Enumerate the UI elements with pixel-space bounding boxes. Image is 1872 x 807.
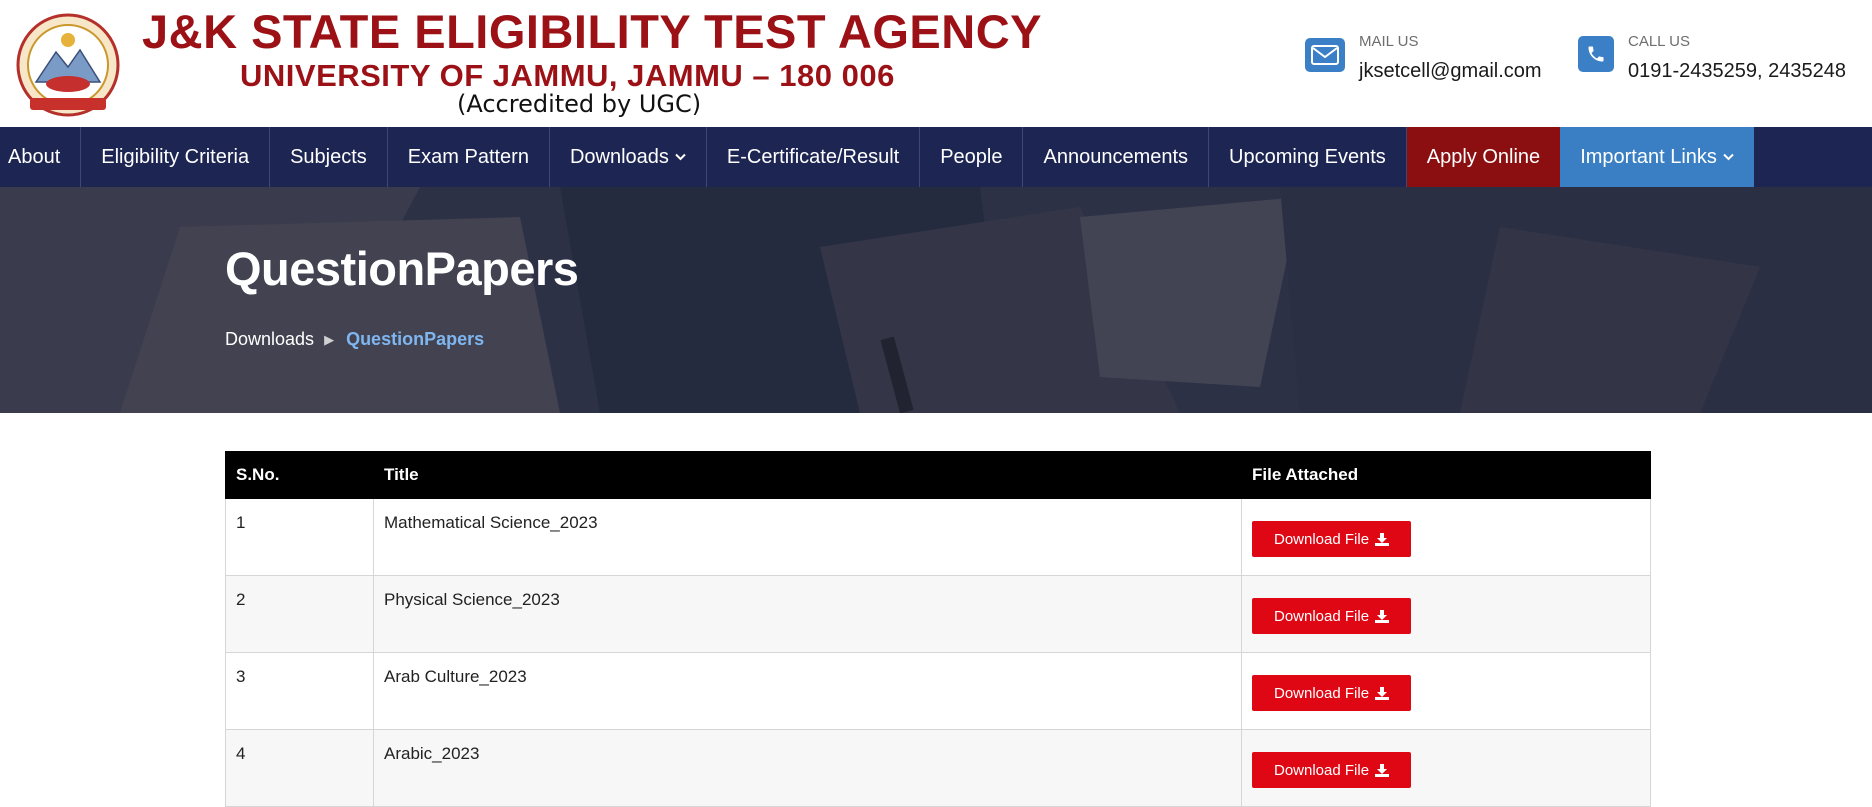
row-file: Download File <box>1241 652 1651 730</box>
breadcrumb-current: QuestionPapers <box>346 329 485 349</box>
download-button-label: Download File <box>1274 530 1370 548</box>
nav-item-upcoming-events[interactable]: Upcoming Events <box>1209 127 1407 187</box>
nav-item-exam-pattern[interactable]: Exam Pattern <box>388 127 550 187</box>
question-papers-table: S.No. Title File Attached 1 Mathematical… <box>225 451 1651 807</box>
column-header-sno: S.No. <box>225 451 374 499</box>
download-icon <box>1375 686 1390 700</box>
row-title: Mathematical Science_2023 <box>373 498 1242 576</box>
table-row: 1 Mathematical Science_2023 Download Fil… <box>225 498 1651 576</box>
download-icon <box>1375 763 1390 777</box>
download-button-label: Download File <box>1274 761 1370 779</box>
nav-item-about[interactable]: About <box>0 127 82 187</box>
row-title: Arab Culture_2023 <box>373 652 1242 730</box>
row-file: Download File <box>1241 575 1651 653</box>
breadcrumb-separator-icon: ▶ <box>324 331 335 347</box>
download-button-label: Download File <box>1274 607 1370 625</box>
nav-label: About <box>8 145 61 168</box>
site-subtitle: UNIVERSITY OF JAMMU, JAMMU – 180 006 <box>240 58 895 93</box>
column-header-file-attached: File Attached <box>1241 451 1651 499</box>
download-file-button[interactable]: Download File <box>1252 521 1412 557</box>
table-row: 3 Arab Culture_2023 Download File <box>225 652 1651 730</box>
nav-label: E-Certificate/Result <box>726 145 900 168</box>
nav-label: Subjects <box>290 145 367 168</box>
nav-item-subjects[interactable]: Subjects <box>270 127 388 187</box>
row-sno: 3 <box>225 652 374 730</box>
nav-label: Important Links <box>1580 145 1717 168</box>
row-sno: 4 <box>225 729 374 807</box>
nav-item-people[interactable]: People <box>920 127 1024 187</box>
nav-label: Exam Pattern <box>407 145 529 168</box>
mail-caption: MAIL US <box>1359 33 1419 50</box>
row-sno: 1 <box>225 498 374 576</box>
table-row: 4 Arabic_2023 Download File <box>225 729 1651 807</box>
row-file: Download File <box>1241 498 1651 576</box>
phone-numbers[interactable]: 0191-2435259, 2435248 <box>1628 61 1846 81</box>
chevron-down-icon <box>675 153 686 161</box>
page-title: QuestionPapers <box>225 242 579 295</box>
phone-icon <box>1578 36 1614 72</box>
nav-label: Apply Online <box>1426 145 1541 168</box>
column-header-title: Title <box>373 451 1242 499</box>
question-papers-table-wrapper: S.No. Title File Attached 1 Mathematical… <box>225 451 1651 807</box>
nav-item-apply-online[interactable]: Apply Online <box>1406 127 1561 187</box>
row-title: Arabic_2023 <box>373 729 1242 807</box>
site-header: J&K STATE ELIGIBILITY TEST AGENCY UNIVER… <box>0 0 1872 127</box>
mail-contact: MAIL US jksetcell@gmail.com <box>1305 33 1542 81</box>
download-button-label: Download File <box>1274 684 1370 702</box>
row-title: Physical Science_2023 <box>373 575 1242 653</box>
table-header-row: S.No. Title File Attached <box>225 451 1651 499</box>
nav-item-important-links[interactable]: Important Links <box>1560 127 1754 187</box>
nav-item-e-certificate-result[interactable]: E-Certificate/Result <box>707 127 921 187</box>
download-icon <box>1375 532 1390 546</box>
mail-address[interactable]: jksetcell@gmail.com <box>1359 61 1542 81</box>
nav-label: Announcements <box>1043 145 1189 168</box>
nav-label: Upcoming Events <box>1229 145 1386 168</box>
download-file-button[interactable]: Download File <box>1252 675 1412 711</box>
nav-item-eligibility-criteria[interactable]: Eligibility Criteria <box>81 127 271 187</box>
breadcrumb: Downloads ▶ QuestionPapers <box>225 329 484 350</box>
nav-label: Eligibility Criteria <box>101 145 250 168</box>
breadcrumb-downloads[interactable]: Downloads <box>225 329 314 350</box>
call-caption: CALL US <box>1628 33 1690 50</box>
row-file: Download File <box>1241 729 1651 807</box>
nav-item-announcements[interactable]: Announcements <box>1023 127 1210 187</box>
accreditation-text: (Accredited by UGC) <box>457 90 702 118</box>
banner-overlay <box>0 187 1872 413</box>
row-sno: 2 <box>225 575 374 653</box>
download-file-button[interactable]: Download File <box>1252 752 1412 788</box>
call-contact: CALL US 0191-2435259, 2435248 <box>1578 33 1846 81</box>
page-banner: QuestionPapers Downloads ▶ QuestionPaper… <box>0 187 1872 413</box>
chevron-down-icon <box>1723 153 1734 161</box>
download-file-button[interactable]: Download File <box>1252 598 1412 634</box>
university-logo[interactable] <box>8 12 128 118</box>
envelope-icon <box>1305 38 1345 72</box>
main-nav: About Eligibility Criteria Subjects Exam… <box>0 127 1872 187</box>
site-title: J&K STATE ELIGIBILITY TEST AGENCY <box>142 5 1042 58</box>
nav-item-downloads[interactable]: Downloads <box>550 127 707 187</box>
table-row: 2 Physical Science_2023 Download File <box>225 575 1651 653</box>
nav-label: Downloads <box>569 145 669 168</box>
nav-label: People <box>940 145 1003 168</box>
download-icon <box>1375 609 1390 623</box>
